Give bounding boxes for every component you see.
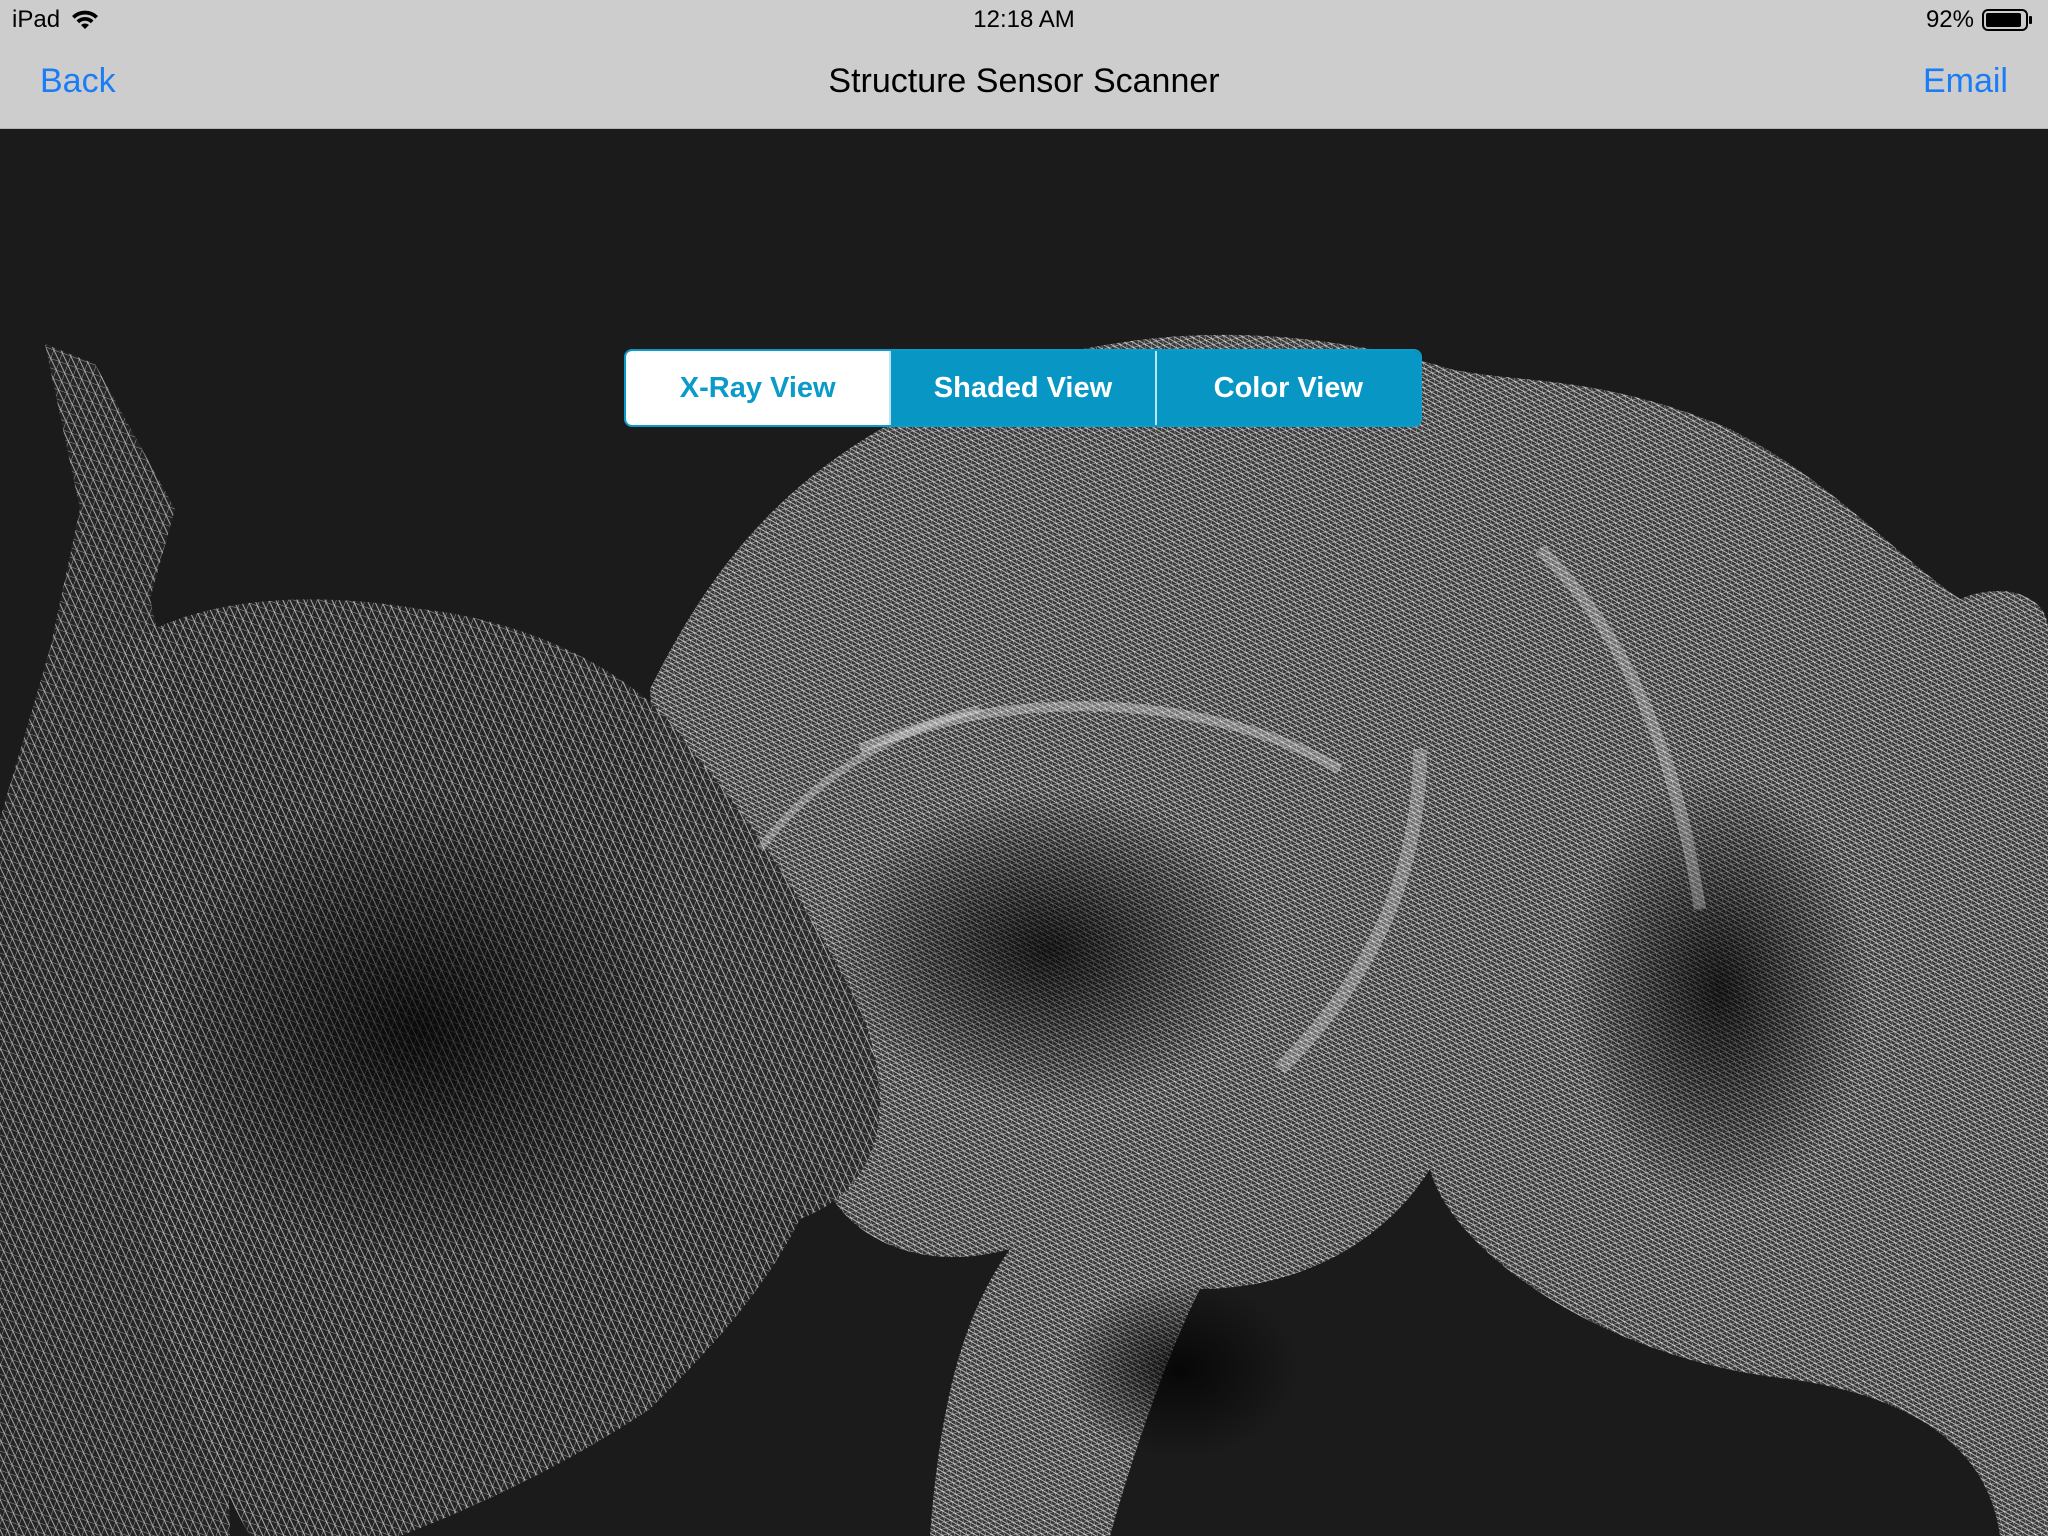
navigation-bar: Back Structure Sensor Scanner Email (0, 40, 2048, 129)
segment-shaded-view[interactable]: Shaded View (889, 351, 1155, 425)
status-right: 92% (1926, 6, 2034, 34)
segment-xray-view[interactable]: X-Ray View (626, 351, 890, 425)
scan-mesh-render (0, 334, 2048, 1536)
scan-viewport[interactable]: X-Ray View Shaded View Color View (0, 129, 2048, 1536)
segment-color-view[interactable]: Color View (1154, 351, 1420, 425)
page-title: Structure Sensor Scanner (828, 62, 1220, 100)
status-bar: iPad 12:18 AM 92% (0, 0, 2048, 40)
battery-icon (1982, 8, 2034, 32)
email-button[interactable]: Email (1923, 62, 2008, 101)
battery-percent: 92% (1925, 6, 1974, 33)
view-mode-segmented-control: X-Ray View Shaded View Color View (624, 349, 1422, 427)
status-time: 12:18 AM (973, 6, 1075, 33)
